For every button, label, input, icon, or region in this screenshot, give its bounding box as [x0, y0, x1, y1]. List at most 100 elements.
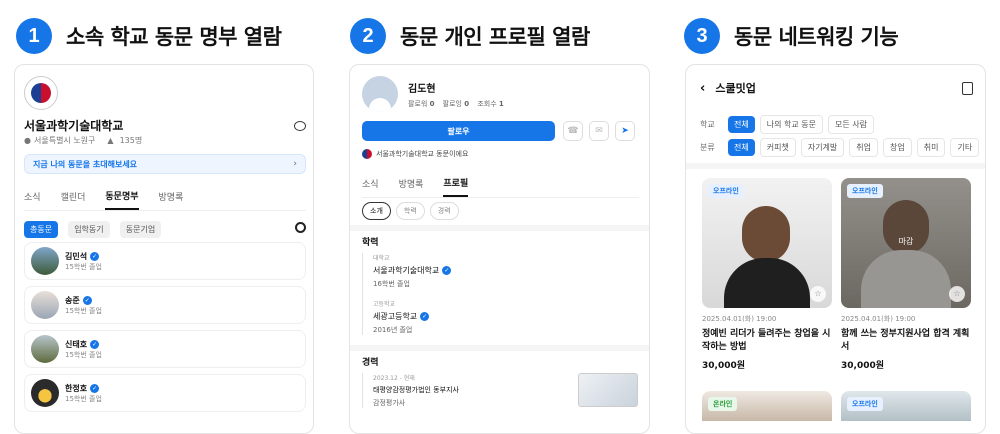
- education-list: 대학교 서울과학기술대학교 ✓ 16학번 졸업 고등학교 세광고등학교 ✓ 2016…: [362, 253, 452, 335]
- category-filter-all[interactable]: 전체: [728, 139, 755, 156]
- step-3-heading: 3 동문 네트워킹 기능: [684, 18, 899, 54]
- invite-banner-text: 지금 나의 동문을 초대해보세요: [33, 159, 138, 169]
- subtab-education[interactable]: 학력: [395, 202, 425, 220]
- tab-guestbook[interactable]: 방명록: [159, 190, 184, 209]
- school-logo: [24, 76, 58, 110]
- meetup-image: 오프라인 마감 ☆: [841, 178, 971, 308]
- people-icon: ▲: [107, 136, 114, 145]
- meetup-card[interactable]: 온라인: [702, 391, 832, 421]
- list-item[interactable]: 김민석 ✓ 15학번 졸업: [24, 242, 306, 280]
- mail-icon[interactable]: ✉: [589, 121, 609, 141]
- school-logo: [362, 149, 372, 159]
- bookmark-icon[interactable]: ☆: [949, 286, 965, 302]
- step-number: 3: [684, 18, 720, 54]
- category-filter-jobs[interactable]: 취업: [849, 138, 879, 157]
- filter-all-alumni[interactable]: 총동문: [24, 221, 59, 238]
- step-title: 소속 학교 동문 명부 열람: [66, 25, 282, 49]
- alumni-profile-panel: 김도현 팔로워 0 팔로잉 0 조회수 1 팔로우 ☎ ✉ ➤ 서울과학기술대학…: [349, 64, 650, 434]
- profile-name: 김도현: [408, 83, 436, 95]
- step-number: 1: [16, 18, 52, 54]
- meetup-badge: 오프라인: [847, 397, 883, 411]
- education-name: 세광고등학교: [373, 312, 418, 321]
- phone-icon[interactable]: ☎: [563, 121, 583, 141]
- career-org: 태평양감정평가법인 동부지사: [373, 386, 459, 394]
- verified-icon: ✓: [90, 383, 100, 393]
- closed-overlay-label: 마감: [898, 237, 914, 246]
- step-title: 동문 개인 프로필 열람: [400, 25, 590, 49]
- education-name: 서울과학기술대학교: [373, 266, 440, 275]
- followers-label: 팔로워: [408, 99, 428, 108]
- tab-news[interactable]: 소식: [362, 177, 379, 196]
- meetup-card[interactable]: 오프라인 ☆ 2025.04.01(화) 19:00 정예빈 리더가 들려주는 …: [702, 178, 832, 371]
- verified-icon: ✓: [420, 312, 430, 321]
- tab-profile[interactable]: 프로필: [443, 176, 469, 197]
- subtab-career[interactable]: 경력: [429, 202, 459, 220]
- filter-classmates[interactable]: 입학동기: [68, 221, 110, 238]
- list-item[interactable]: 한정호 ✓ 15학번 졸업: [24, 374, 306, 412]
- education-item: 대학교 서울과학기술대학교 ✓ 16학번 졸업: [373, 253, 452, 289]
- meetup-price: 30,000원: [702, 361, 746, 371]
- following-count: 0: [464, 99, 470, 108]
- meetup-card[interactable]: 오프라인: [841, 391, 971, 421]
- meetup-card[interactable]: 오프라인 마감 ☆ 2025.04.01(화) 19:00 함께 쓰는 정부지원…: [841, 178, 971, 371]
- tab-guestbook[interactable]: 방명록: [399, 177, 424, 196]
- step-1-heading: 1 소속 학교 동문 명부 열람: [16, 18, 282, 54]
- school-filter-label: 학교: [700, 120, 715, 129]
- bookmark-icon[interactable]: ☆: [810, 286, 826, 302]
- send-icon[interactable]: ➤: [615, 121, 635, 141]
- location-icon: ●: [24, 136, 31, 145]
- member-name: 신태호: [65, 339, 88, 349]
- tab-alumni-directory[interactable]: 동문명부: [105, 189, 139, 210]
- education-type: 대학교: [373, 255, 390, 262]
- category-filter-startup[interactable]: 창업: [883, 138, 912, 157]
- invite-banner[interactable]: 지금 나의 동문을 초대해보세요 ›: [24, 154, 306, 174]
- meetup-badge: 온라인: [708, 397, 738, 411]
- calendar-note-icon[interactable]: [962, 81, 973, 95]
- category-filter-coffee-chat[interactable]: 커피챗: [759, 138, 796, 157]
- meetup-image: 오프라인 ☆: [702, 178, 832, 308]
- education-type: 고등학교: [373, 301, 396, 308]
- verified-icon: ✓: [90, 251, 100, 261]
- member-name: 김민석: [65, 251, 88, 261]
- chat-icon[interactable]: [294, 120, 306, 131]
- career-period: 2023.12 - 현재: [373, 375, 415, 382]
- education-title: 학력: [362, 238, 379, 248]
- filter-alumni-company[interactable]: 동문기업: [119, 221, 162, 238]
- followers-count: 0: [429, 99, 435, 108]
- avatar: [362, 76, 398, 112]
- school-name: 서울과학기술대학교: [24, 119, 124, 133]
- chevron-right-icon: ›: [293, 159, 297, 169]
- avatar: [31, 379, 59, 407]
- verified-icon: ✓: [90, 339, 100, 349]
- avatar: [31, 247, 59, 275]
- school-filter-everyone[interactable]: 모든 사람: [827, 115, 874, 134]
- list-item[interactable]: 신태호 ✓ 15학번 졸업: [24, 330, 306, 368]
- category-filter-label: 분류: [700, 143, 715, 152]
- school-filter-my-school[interactable]: 나의 학교 동문: [759, 115, 823, 134]
- tab-calendar[interactable]: 캘린더: [61, 190, 86, 209]
- meetup-title: 함께 쓰는 정부지원사업 합격 계획서: [841, 329, 970, 352]
- page-title: 스쿨밋업: [715, 82, 756, 95]
- tab-news[interactable]: 소식: [24, 190, 41, 209]
- school-meetup-panel: ‹ 스쿨밋업 학교 전체 나의 학교 동문 모든 사람 분류 전체 커피챗 자기…: [685, 64, 986, 434]
- category-filter-self-dev[interactable]: 자기계발: [800, 138, 845, 157]
- school-filter-all[interactable]: 전체: [728, 116, 755, 133]
- following-label: 팔로잉: [442, 99, 462, 108]
- member-count: 135명: [119, 136, 143, 145]
- search-icon[interactable]: [295, 222, 306, 233]
- step-2-heading: 2 동문 개인 프로필 열람: [350, 18, 590, 54]
- school-directory-panel: 서울과학기술대학교 ● 서울특별시 노원구 ▲ 135명 지금 나의 동문을 초…: [14, 64, 314, 434]
- member-sub: 15학번 졸업: [65, 394, 102, 403]
- member-sub: 15학번 졸업: [65, 350, 102, 359]
- follow-button[interactable]: 팔로우: [362, 121, 555, 141]
- category-filter-hobby[interactable]: 취미: [916, 138, 946, 157]
- back-arrow-icon[interactable]: ‹: [700, 81, 705, 96]
- meetup-date: 2025.04.01(화) 19:00: [702, 315, 777, 323]
- subtab-intro[interactable]: 소개: [362, 202, 391, 220]
- member-list: 김민석 ✓ 15학번 졸업 송준 ✓ 15학번 졸업 신태호 ✓ 15학번 졸업 한정호 ✓ 1…: [24, 242, 306, 412]
- views-label: 조회수: [477, 99, 497, 108]
- list-item[interactable]: 송준 ✓ 15학번 졸업: [24, 286, 306, 324]
- career-role: 감정평가사: [373, 399, 406, 407]
- category-filter-etc[interactable]: 기타: [950, 138, 980, 157]
- career-item: 2023.12 - 현재 태평양감정평가법인 동부지사 감정평가사: [362, 373, 459, 408]
